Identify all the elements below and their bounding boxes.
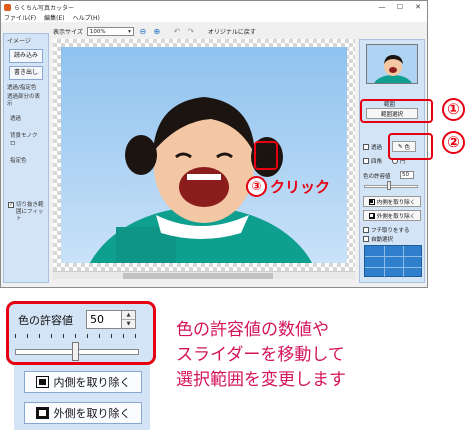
right-panel: 範囲 範囲選択 透過 ✎ 色 四角 円 色の許容値 50 内側を取り除く 外側を… (359, 39, 425, 283)
auto-select-checkbox[interactable] (363, 236, 369, 242)
zoomed-remove-inner-label: 内側を取り除く (53, 376, 131, 389)
zoomed-tolerance-panel: 色の許容値 50 ▲ ▼ 内側を取り除く 外側を取り除く (6, 301, 156, 430)
click-text: クリック (270, 178, 331, 196)
zoom-select[interactable]: 100% ▾ (86, 27, 134, 36)
minimize-button[interactable]: — (373, 1, 391, 13)
caption: 色の許容値の数値や スライダーを移動して 選択範囲を変更します (176, 318, 346, 393)
zoom-in-icon[interactable]: ⊕ (152, 27, 162, 37)
remove-inner-label: 内側を取り除く (376, 199, 416, 206)
image-canvas[interactable]: ✎ (53, 39, 355, 271)
maximize-button[interactable]: ☐ (391, 1, 409, 13)
display-specified-color[interactable]: 指定色 (4, 147, 48, 164)
title-bar: らくちん写真カッター (1, 1, 427, 13)
zoomed-tolerance-highlight: 色の許容値 50 ▲ ▼ (6, 301, 156, 365)
tolerance-slider-track[interactable] (364, 185, 418, 188)
outer-square-icon (368, 212, 375, 219)
rect-radio-row[interactable]: 四角 (363, 157, 382, 165)
fringe-checkbox-row[interactable]: フチ取りをする (363, 226, 410, 234)
fringe-checkbox[interactable] (363, 227, 369, 233)
tolerance-slider-thumb[interactable] (387, 181, 391, 190)
transparency-section-title: 透過/指定色 (7, 85, 37, 91)
rect-radio[interactable] (363, 158, 369, 164)
preview-thumbnail (366, 44, 418, 84)
transparent-checkbox-row[interactable]: 透過 (363, 143, 382, 151)
redo-icon[interactable]: ↷ (186, 27, 196, 37)
photo (61, 47, 347, 263)
spinner-up-icon[interactable]: ▲ (122, 311, 135, 320)
auto-select-label: 自動選択 (371, 237, 394, 243)
undo-icon[interactable]: ↶ (172, 27, 182, 37)
chevron-down-icon: ▾ (128, 28, 131, 35)
transparency-section-sub: 透過部分の表示 (7, 94, 41, 107)
display-mono-background[interactable]: 背景モノクロ (4, 122, 48, 147)
tolerance-value[interactable]: 50 (400, 171, 414, 179)
reset-to-original-button[interactable]: オリジナルに戻す (208, 27, 256, 36)
spinner-down-icon[interactable]: ▼ (122, 320, 135, 328)
zoomed-remove-outer-label: 外側を取り除く (53, 407, 131, 420)
rect-radio-label: 四角 (371, 159, 383, 165)
image-heading: イメージ (7, 38, 31, 45)
callout-number-2: ② (442, 131, 465, 154)
position-grid[interactable] (364, 245, 423, 278)
zoom-value: 100% (89, 28, 106, 35)
app-window: らくちん写真カッター — ☐ ✕ ファイル(F) 編集(E) ヘルプ(H) イメ… (0, 0, 428, 288)
remove-outer-button[interactable]: 外側を取り除く (363, 210, 421, 221)
zoomed-tolerance-spinner[interactable]: 50 ▲ ▼ (86, 310, 138, 329)
zoomed-tolerance-value[interactable]: 50 (86, 310, 122, 329)
horizontal-scrollbar[interactable] (53, 271, 355, 279)
scroll-thumb[interactable] (123, 273, 273, 279)
highlight-range-select (360, 99, 433, 123)
menu-bar: ファイル(F) 編集(E) ヘルプ(H) (1, 13, 427, 22)
window-title: らくちん写真カッター (14, 4, 75, 12)
display-size-label: 表示サイズ (53, 29, 83, 36)
menu-help[interactable]: ヘルプ(H) (73, 13, 100, 22)
callout-number-3: ③ (246, 176, 267, 197)
callout-number-1: ① (442, 98, 465, 121)
menu-file[interactable]: ファイル(F) (4, 13, 36, 22)
fringe-label: フチ取りをする (371, 228, 410, 234)
fit-crop-label: 切り抜き範囲にフィット (16, 202, 44, 222)
remove-outer-label: 外側を取り除く (376, 213, 416, 220)
remove-inner-button[interactable]: 内側を取り除く (363, 196, 421, 207)
fit-crop-checkbox[interactable]: ✓ (8, 202, 14, 208)
highlight-click-point (254, 141, 278, 170)
highlight-color-button (388, 133, 433, 160)
tolerance-label: 色の許容値 (363, 174, 391, 180)
transparent-checkbox[interactable] (363, 144, 369, 150)
click-callout: ③ クリック (246, 176, 330, 197)
outer-square-icon (35, 407, 49, 419)
app-icon (4, 3, 11, 11)
zoomed-remove-outer-button[interactable]: 外側を取り除く (24, 402, 142, 424)
left-panel: イメージ 読み込み 書き出し 透過/指定色 透過部分の表示 透過 背景モノクロ … (3, 33, 49, 283)
load-button[interactable]: 読み込み (9, 49, 43, 63)
menu-edit[interactable]: 編集(E) (44, 13, 64, 22)
transparent-label: 透過 (371, 145, 383, 151)
window-controls: — ☐ ✕ (373, 1, 427, 13)
zoomed-tolerance-label: 色の許容値 (18, 314, 73, 327)
inner-square-icon (35, 376, 49, 388)
toolbar: 表示サイズ 100% ▾ ⊖ ⊕ ↶ ↷ オリジナルに戻す (53, 25, 256, 38)
auto-select-checkbox-row[interactable]: 自動選択 (363, 235, 393, 243)
slider-ticks (15, 334, 137, 340)
save-button[interactable]: 書き出し (9, 66, 43, 80)
inner-square-icon (368, 198, 375, 205)
caption-line-3: 選択範囲を変更します (176, 370, 346, 390)
caption-line-2: スライダーを移動して (176, 345, 345, 365)
close-button[interactable]: ✕ (409, 1, 427, 13)
zoomed-slider-thumb[interactable] (71, 342, 79, 361)
zoomed-remove-inner-button[interactable]: 内側を取り除く (24, 371, 142, 393)
display-transparent[interactable]: 透過 (4, 109, 48, 122)
fit-crop-checkbox-row[interactable]: ✓ 切り抜き範囲にフィット (4, 192, 48, 223)
zoom-out-icon[interactable]: ⊖ (138, 27, 148, 37)
caption-line-1: 色の許容値の数値や (176, 320, 329, 340)
